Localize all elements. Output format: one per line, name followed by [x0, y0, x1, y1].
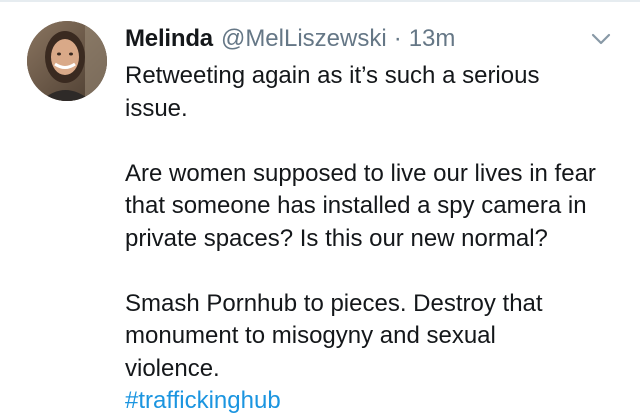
tweet-text: Retweeting again as it’s such a serious …	[125, 60, 625, 418]
profile-photo-icon	[27, 21, 107, 101]
separator-dot: ·	[393, 25, 402, 52]
tweet-card[interactable]: Melinda @MelLiszewski · 13m Retweeting a…	[0, 2, 640, 419]
tweet-paragraph: Are women supposed to live our lives in …	[125, 159, 596, 252]
tweet-paragraph: Retweeting again as it’s such a serious …	[125, 62, 540, 122]
author-name[interactable]: Melinda	[125, 23, 213, 55]
hashtag-link[interactable]: #traffickinghub	[125, 385, 625, 418]
author-handle[interactable]: @MelLiszewski	[221, 23, 387, 55]
tweet-paragraph: Smash Pornhub to pieces. Destroy that mo…	[125, 289, 543, 382]
avatar[interactable]	[27, 21, 107, 101]
tweet-header: Melinda @MelLiszewski · 13m	[125, 23, 455, 55]
chevron-down-icon[interactable]	[590, 32, 612, 46]
timestamp[interactable]: 13m	[409, 23, 456, 55]
